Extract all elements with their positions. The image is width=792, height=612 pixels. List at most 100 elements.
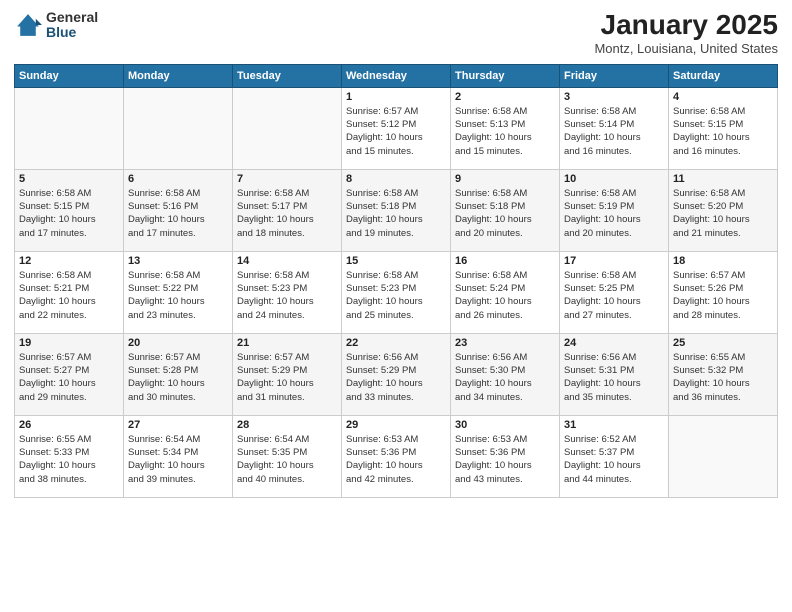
day-header-tuesday: Tuesday <box>233 64 342 87</box>
calendar-table: SundayMondayTuesdayWednesdayThursdayFrid… <box>14 64 778 498</box>
day-info: Sunrise: 6:57 AM Sunset: 5:26 PM Dayligh… <box>673 269 773 322</box>
calendar-cell: 6 Sunrise: 6:58 AM Sunset: 5:16 PM Daylig… <box>124 169 233 251</box>
day-number: 27 <box>128 419 228 431</box>
page: General Blue January 2025 Montz, Louisia… <box>0 0 792 612</box>
calendar-cell: 23 Sunrise: 6:56 AM Sunset: 5:30 PM Dayli… <box>451 333 560 415</box>
calendar-cell: 5 Sunrise: 6:58 AM Sunset: 5:15 PM Daylig… <box>15 169 124 251</box>
title-block: January 2025 Montz, Louisiana, United St… <box>594 10 778 56</box>
month-title: January 2025 <box>594 10 778 41</box>
calendar-cell: 30 Sunrise: 6:53 AM Sunset: 5:36 PM Dayli… <box>451 415 560 497</box>
header: General Blue January 2025 Montz, Louisia… <box>14 10 778 56</box>
calendar-cell: 16 Sunrise: 6:58 AM Sunset: 5:24 PM Dayli… <box>451 251 560 333</box>
calendar-cell: 22 Sunrise: 6:56 AM Sunset: 5:29 PM Dayli… <box>342 333 451 415</box>
day-number: 26 <box>19 419 119 431</box>
day-info: Sunrise: 6:58 AM Sunset: 5:21 PM Dayligh… <box>19 269 119 322</box>
day-info: Sunrise: 6:58 AM Sunset: 5:18 PM Dayligh… <box>455 187 555 240</box>
day-info: Sunrise: 6:56 AM Sunset: 5:30 PM Dayligh… <box>455 351 555 404</box>
calendar-cell: 17Sunrise: 6:58 AM Sunset: 5:25 PM Dayli… <box>560 251 669 333</box>
calendar-cell: 28 Sunrise: 6:54 AM Sunset: 5:35 PM Dayli… <box>233 415 342 497</box>
day-number: 2 <box>455 91 555 103</box>
day-number: 28 <box>237 419 337 431</box>
day-number: 15 <box>346 255 446 267</box>
day-info: Sunrise: 6:58 AM Sunset: 5:16 PM Dayligh… <box>128 187 228 240</box>
day-number: 18 <box>673 255 773 267</box>
logo-general-text: General <box>46 10 98 25</box>
day-info: Sunrise: 6:58 AM Sunset: 5:17 PM Dayligh… <box>237 187 337 240</box>
week-row-3: 12 Sunrise: 6:58 AM Sunset: 5:21 PM Dayli… <box>15 251 778 333</box>
day-number: 30 <box>455 419 555 431</box>
day-number: 21 <box>237 337 337 349</box>
day-info: Sunrise: 6:58 AM Sunset: 5:19 PM Dayligh… <box>564 187 664 240</box>
calendar-cell: 10 Sunrise: 6:58 AM Sunset: 5:19 PM Dayli… <box>560 169 669 251</box>
day-info: Sunrise: 6:55 AM Sunset: 5:33 PM Dayligh… <box>19 433 119 486</box>
logo: General Blue <box>14 10 98 41</box>
day-number: 25 <box>673 337 773 349</box>
day-number: 3 <box>564 91 664 103</box>
day-info: Sunrise: 6:58 AM Sunset: 5:13 PM Dayligh… <box>455 105 555 158</box>
day-number: 16 <box>455 255 555 267</box>
day-info: Sunrise: 6:58 AM Sunset: 5:14 PM Dayligh… <box>564 105 664 158</box>
day-number: 22 <box>346 337 446 349</box>
calendar-cell: 13 Sunrise: 6:58 AM Sunset: 5:22 PM Dayli… <box>124 251 233 333</box>
day-info: Sunrise: 6:58 AM Sunset: 5:18 PM Dayligh… <box>346 187 446 240</box>
day-number: 7 <box>237 173 337 185</box>
day-info: Sunrise: 6:57 AM Sunset: 5:28 PM Dayligh… <box>128 351 228 404</box>
day-info: Sunrise: 6:56 AM Sunset: 5:29 PM Dayligh… <box>346 351 446 404</box>
calendar-cell: 2 Sunrise: 6:58 AM Sunset: 5:13 PM Daylig… <box>451 87 560 169</box>
day-number: 6 <box>128 173 228 185</box>
day-number: 13 <box>128 255 228 267</box>
days-header-row: SundayMondayTuesdayWednesdayThursdayFrid… <box>15 64 778 87</box>
day-header-friday: Friday <box>560 64 669 87</box>
calendar-cell <box>124 87 233 169</box>
calendar-cell: 18 Sunrise: 6:57 AM Sunset: 5:26 PM Dayli… <box>669 251 778 333</box>
calendar-cell: 9Sunrise: 6:58 AM Sunset: 5:18 PM Daylig… <box>451 169 560 251</box>
calendar-cell: 24 Sunrise: 6:56 AM Sunset: 5:31 PM Dayli… <box>560 333 669 415</box>
day-number: 12 <box>19 255 119 267</box>
calendar-cell: 21Sunrise: 6:57 AM Sunset: 5:29 PM Dayli… <box>233 333 342 415</box>
calendar-cell: 8 Sunrise: 6:58 AM Sunset: 5:18 PM Daylig… <box>342 169 451 251</box>
day-number: 19 <box>19 337 119 349</box>
day-info: Sunrise: 6:53 AM Sunset: 5:36 PM Dayligh… <box>455 433 555 486</box>
calendar-cell: 19 Sunrise: 6:57 AM Sunset: 5:27 PM Dayli… <box>15 333 124 415</box>
calendar-cell: 27Sunrise: 6:54 AM Sunset: 5:34 PM Dayli… <box>124 415 233 497</box>
day-info: Sunrise: 6:56 AM Sunset: 5:31 PM Dayligh… <box>564 351 664 404</box>
calendar-cell <box>15 87 124 169</box>
day-number: 8 <box>346 173 446 185</box>
day-info: Sunrise: 6:54 AM Sunset: 5:35 PM Dayligh… <box>237 433 337 486</box>
day-number: 10 <box>564 173 664 185</box>
day-header-monday: Monday <box>124 64 233 87</box>
calendar-cell: 3 Sunrise: 6:58 AM Sunset: 5:14 PM Daylig… <box>560 87 669 169</box>
day-number: 5 <box>19 173 119 185</box>
day-info: Sunrise: 6:58 AM Sunset: 5:15 PM Dayligh… <box>19 187 119 240</box>
day-header-wednesday: Wednesday <box>342 64 451 87</box>
location: Montz, Louisiana, United States <box>594 41 778 56</box>
day-header-thursday: Thursday <box>451 64 560 87</box>
week-row-5: 26 Sunrise: 6:55 AM Sunset: 5:33 PM Dayli… <box>15 415 778 497</box>
day-info: Sunrise: 6:58 AM Sunset: 5:20 PM Dayligh… <box>673 187 773 240</box>
day-number: 1 <box>346 91 446 103</box>
day-number: 24 <box>564 337 664 349</box>
day-number: 23 <box>455 337 555 349</box>
calendar-cell: 1Sunrise: 6:57 AM Sunset: 5:12 PM Daylig… <box>342 87 451 169</box>
day-info: Sunrise: 6:52 AM Sunset: 5:37 PM Dayligh… <box>564 433 664 486</box>
day-info: Sunrise: 6:58 AM Sunset: 5:25 PM Dayligh… <box>564 269 664 322</box>
calendar-cell: 20 Sunrise: 6:57 AM Sunset: 5:28 PM Dayli… <box>124 333 233 415</box>
day-info: Sunrise: 6:58 AM Sunset: 5:22 PM Dayligh… <box>128 269 228 322</box>
day-info: Sunrise: 6:53 AM Sunset: 5:36 PM Dayligh… <box>346 433 446 486</box>
day-info: Sunrise: 6:57 AM Sunset: 5:27 PM Dayligh… <box>19 351 119 404</box>
calendar-cell <box>233 87 342 169</box>
week-row-2: 5 Sunrise: 6:58 AM Sunset: 5:15 PM Daylig… <box>15 169 778 251</box>
logo-blue-text: Blue <box>46 25 98 40</box>
day-header-saturday: Saturday <box>669 64 778 87</box>
calendar-cell <box>669 415 778 497</box>
day-number: 14 <box>237 255 337 267</box>
day-info: Sunrise: 6:58 AM Sunset: 5:15 PM Dayligh… <box>673 105 773 158</box>
day-number: 31 <box>564 419 664 431</box>
logo-text: General Blue <box>46 10 98 41</box>
day-info: Sunrise: 6:58 AM Sunset: 5:23 PM Dayligh… <box>237 269 337 322</box>
day-number: 4 <box>673 91 773 103</box>
day-info: Sunrise: 6:58 AM Sunset: 5:23 PM Dayligh… <box>346 269 446 322</box>
day-info: Sunrise: 6:58 AM Sunset: 5:24 PM Dayligh… <box>455 269 555 322</box>
day-number: 20 <box>128 337 228 349</box>
calendar-cell: 7 Sunrise: 6:58 AM Sunset: 5:17 PM Daylig… <box>233 169 342 251</box>
